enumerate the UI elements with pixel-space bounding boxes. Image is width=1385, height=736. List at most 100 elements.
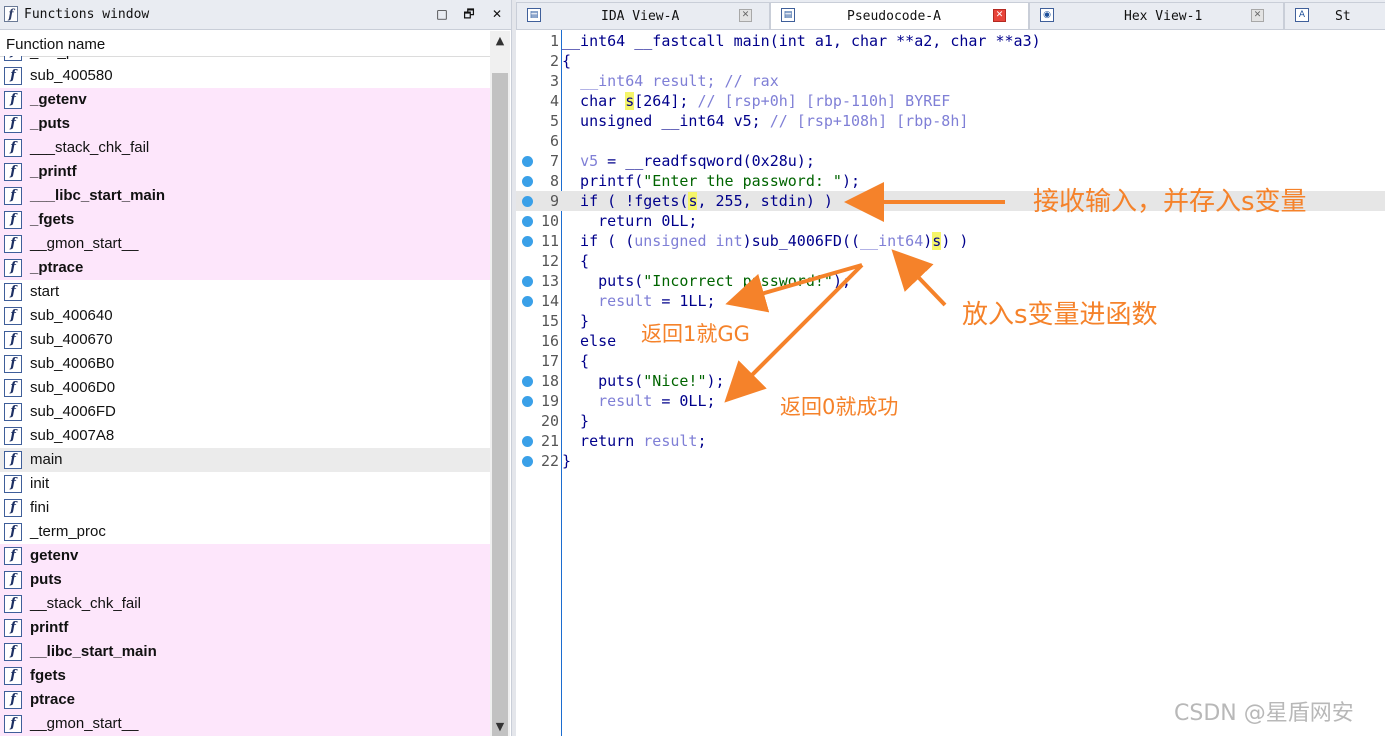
- list-item[interactable]: f sub_4007A8: [0, 424, 490, 448]
- list-item[interactable]: f _printf: [0, 160, 490, 184]
- list-item[interactable]: f _getenv: [0, 88, 490, 112]
- annotation-receive-input: 接收输入，并存入s变量: [1033, 187, 1307, 217]
- code-line[interactable]: 14 result = 1LL;: [516, 291, 1385, 311]
- function-name: sub_400580: [30, 67, 113, 84]
- list-item[interactable]: f _puts: [0, 112, 490, 136]
- function-icon: f: [4, 523, 22, 541]
- list-item[interactable]: f sub_400580: [0, 64, 490, 88]
- function-icon: f: [4, 571, 22, 589]
- function-icon: f: [4, 259, 22, 277]
- list-item[interactable]: f _ptrace: [0, 256, 490, 280]
- line-number: 9: [549, 192, 559, 210]
- code-line[interactable]: 2{: [516, 51, 1385, 71]
- tab-ida-view-a[interactable]: ▤ IDA View-A ✕: [516, 2, 770, 29]
- minimize-icon[interactable]: □: [434, 6, 450, 22]
- function-list-scrollbar[interactable]: ▲ ▼: [490, 31, 510, 736]
- list-item[interactable]: f __stack_chk_fail: [0, 592, 490, 616]
- code-text: }: [562, 412, 590, 430]
- function-icon: f: [4, 427, 22, 445]
- code-line[interactable]: 12 {: [516, 251, 1385, 271]
- tab-hex-view-1[interactable]: ◉ Hex View-1 ✕: [1029, 2, 1284, 29]
- code-line[interactable]: 1 __int64 __fastcall main(int a1, char **…: [516, 31, 1385, 51]
- line-number: 20: [540, 412, 559, 430]
- line-number: 16: [540, 332, 559, 350]
- function-name: printf: [30, 619, 69, 636]
- list-item[interactable]: f sub_4006B0: [0, 352, 490, 376]
- list-item[interactable]: f printf: [0, 616, 490, 640]
- scrollbar-thumb[interactable]: [492, 73, 508, 736]
- view-icon: ▤: [781, 8, 795, 22]
- code-text: if ( (unsigned int)sub_4006FD((__int64)s…: [562, 232, 969, 250]
- list-item[interactable]: f _init_proc: [0, 56, 490, 64]
- pseudocode-view[interactable]: 1 __int64 __fastcall main(int a1, char **…: [516, 30, 1385, 736]
- view-tab-bar: ▤ IDA View-A ✕ ▤ Pseudocode-A ✕ ◉ Hex View-1 ✕ A S…: [516, 0, 1385, 30]
- function-name: puts: [30, 571, 62, 588]
- list-item[interactable]: f fgets: [0, 664, 490, 688]
- function-name: ___libc_start_main: [30, 187, 166, 204]
- function-name: main: [30, 451, 63, 468]
- scroll-up-icon[interactable]: ▲: [492, 33, 508, 49]
- list-item[interactable]: f init: [0, 472, 490, 496]
- list-item[interactable]: f ptrace: [0, 688, 490, 712]
- tab-close-icon[interactable]: ✕: [1251, 9, 1264, 22]
- code-text: }: [562, 452, 572, 470]
- list-item[interactable]: f sub_4006FD: [0, 400, 490, 424]
- list-item[interactable]: f fini: [0, 496, 490, 520]
- tab-close-icon[interactable]: ✕: [993, 9, 1006, 22]
- code-line[interactable]: 3 __int64 result; // rax: [516, 71, 1385, 91]
- code-line[interactable]: 18 puts("Nice!");: [516, 371, 1385, 391]
- view-icon: ◉: [1040, 8, 1054, 22]
- list-item[interactable]: f sub_400670: [0, 328, 490, 352]
- code-line[interactable]: 6: [516, 131, 1385, 151]
- function-icon: f: [4, 379, 22, 397]
- function-name: sub_4007A8: [30, 427, 115, 444]
- code-line[interactable]: 7 v5 = __readfsqword(0x28u);: [516, 151, 1385, 171]
- tab-close-icon[interactable]: ✕: [739, 9, 752, 22]
- line-number: 14: [540, 292, 559, 310]
- close-icon[interactable]: ✕: [489, 6, 505, 22]
- function-name: _printf: [30, 163, 77, 180]
- list-item[interactable]: f _term_proc: [0, 520, 490, 544]
- float-window-icon[interactable]: 🗗: [461, 6, 477, 22]
- annotation-pass-to-func: 放入s变量进函数: [962, 300, 1158, 330]
- code-text: return 0LL;: [562, 212, 698, 230]
- function-name: _term_proc: [30, 523, 106, 540]
- function-icon: f: [4, 56, 22, 61]
- function-icon: f: [4, 283, 22, 301]
- code-line[interactable]: 5 unsigned __int64 v5; // [rsp+108h] [rb…: [516, 111, 1385, 131]
- list-item[interactable]: f _fgets: [0, 208, 490, 232]
- code-line[interactable]: 17 {: [516, 351, 1385, 371]
- list-item[interactable]: f __gmon_start__: [0, 232, 490, 256]
- code-line[interactable]: 11 if ( (unsigned int)sub_4006FD((__int6…: [516, 231, 1385, 251]
- function-name: fgets: [30, 667, 66, 684]
- function-list[interactable]: f_init_procfsub_400580f_getenvf_putsf___…: [0, 56, 490, 736]
- code-line[interactable]: 19 result = 0LL;: [516, 391, 1385, 411]
- list-item[interactable]: f __libc_start_main: [0, 640, 490, 664]
- code-line[interactable]: 22}: [516, 451, 1385, 471]
- list-item[interactable]: f start: [0, 280, 490, 304]
- list-item[interactable]: f main: [0, 448, 490, 472]
- list-item[interactable]: f __gmon_start__: [0, 712, 490, 736]
- function-name: _init_proc: [30, 56, 95, 61]
- function-icon: f: [4, 619, 22, 637]
- tab-pseudocode-a[interactable]: ▤ Pseudocode-A ✕: [770, 2, 1029, 29]
- list-item[interactable]: f sub_400640: [0, 304, 490, 328]
- scroll-down-icon[interactable]: ▼: [492, 719, 508, 735]
- tab-st[interactable]: A St: [1284, 2, 1385, 29]
- code-line[interactable]: 20 }: [516, 411, 1385, 431]
- function-name: _fgets: [30, 211, 75, 228]
- function-name-column-header[interactable]: Function name: [0, 31, 490, 57]
- list-item[interactable]: f getenv: [0, 544, 490, 568]
- code-line[interactable]: 13 puts("Incorrect password!");: [516, 271, 1385, 291]
- function-name: _puts: [30, 115, 71, 132]
- line-number: 15: [540, 312, 559, 330]
- list-item[interactable]: f ___libc_start_main: [0, 184, 490, 208]
- code-line[interactable]: 4 char s[264]; // [rsp+0h] [rbp-110h] BY…: [516, 91, 1385, 111]
- code-line[interactable]: 21 return result;: [516, 431, 1385, 451]
- list-item[interactable]: f puts: [0, 568, 490, 592]
- list-item[interactable]: f ___stack_chk_fail: [0, 136, 490, 160]
- functions-window-title: Functions window: [24, 7, 150, 22]
- code-text: puts("Incorrect password!");: [562, 272, 851, 290]
- line-number: 7: [549, 152, 559, 170]
- list-item[interactable]: f sub_4006D0: [0, 376, 490, 400]
